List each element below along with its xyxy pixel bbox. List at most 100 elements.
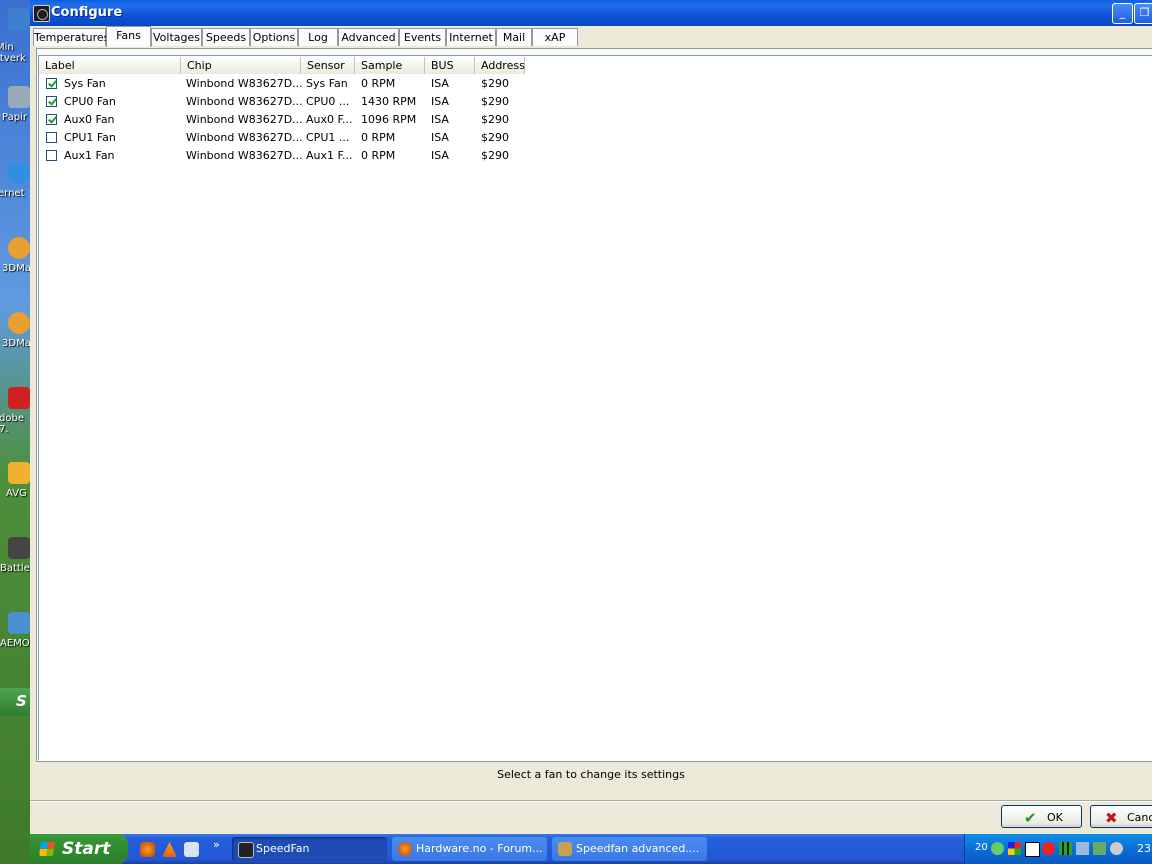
taskbar-button-label: Speedfan advanced.... bbox=[576, 842, 700, 855]
cell-address: $290 bbox=[481, 77, 509, 90]
table-row[interactable]: CPU1 Fan Winbond W83627D... CPU1 ... 0 RPM I… bbox=[39, 129, 639, 147]
table-row[interactable]: Aux1 Fan Winbond W83627D... Aux1 F... 0 RPM… bbox=[39, 147, 639, 165]
ok-button-label: OK bbox=[1047, 811, 1063, 824]
meter-tray-icon[interactable] bbox=[1059, 842, 1072, 855]
taskbar-button-hardware-forum[interactable]: Hardware.no - Forum... bbox=[392, 837, 547, 861]
system-tray: 20 23 bbox=[964, 834, 1152, 864]
cell-bus: ISA bbox=[431, 77, 449, 90]
column-header-chip[interactable]: Chip bbox=[181, 57, 301, 74]
cancel-button[interactable]: ✖ Cance bbox=[1090, 805, 1152, 828]
document-icon bbox=[558, 842, 572, 856]
quicklaunch-chevron[interactable]: » bbox=[213, 838, 220, 851]
tab-temperatures[interactable]: Temperatures bbox=[33, 28, 109, 46]
cell-chip: Winbond W83627D... bbox=[186, 77, 303, 90]
firefox-icon bbox=[398, 842, 412, 856]
shield-tray-icon[interactable] bbox=[1042, 842, 1055, 855]
tab-voltages[interactable]: Voltages bbox=[151, 28, 202, 46]
recycle-bin-icon bbox=[8, 86, 30, 108]
3dmark-icon bbox=[8, 237, 30, 259]
column-header-bus[interactable]: BUS bbox=[425, 57, 475, 74]
fan-enable-checkbox[interactable] bbox=[46, 150, 57, 161]
tab-xap[interactable]: xAP bbox=[532, 28, 578, 46]
column-header-address[interactable]: Address bbox=[475, 57, 525, 74]
avg-icon bbox=[8, 462, 30, 484]
fan-enable-checkbox[interactable] bbox=[46, 96, 57, 107]
cell-sample: 0 RPM bbox=[361, 131, 396, 144]
taskbar-button-speedfan[interactable]: SpeedFan bbox=[232, 837, 387, 861]
cell-address: $290 bbox=[481, 131, 509, 144]
tray-temperature-text[interactable]: 20 bbox=[975, 842, 988, 853]
column-header-sample[interactable]: Sample bbox=[355, 57, 425, 74]
check-icon: ✔ bbox=[1024, 809, 1037, 827]
fans-panel: Label Chip Sensor Sample BUS Address Sys… bbox=[36, 48, 1152, 762]
minimize-icon: _ bbox=[1119, 6, 1126, 19]
desktop-icon-label: 3DMa bbox=[2, 263, 30, 274]
cross-icon: ✖ bbox=[1105, 809, 1118, 827]
cell-chip: Winbond W83627D... bbox=[186, 149, 303, 162]
vlc-quicklaunch-icon[interactable] bbox=[162, 842, 177, 857]
tab-speeds[interactable]: Speeds bbox=[202, 28, 250, 46]
tab-log[interactable]: Log bbox=[298, 28, 338, 46]
fan-enable-checkbox[interactable] bbox=[46, 132, 57, 143]
desktop-icon-label: Battlef bbox=[0, 563, 30, 574]
cancel-button-label: Cance bbox=[1127, 811, 1152, 824]
start-label: Start bbox=[62, 839, 111, 859]
cell-label: CPU1 Fan bbox=[64, 131, 116, 144]
cell-address: $290 bbox=[481, 113, 509, 126]
network-tray-icon[interactable] bbox=[1076, 842, 1089, 855]
cell-label: Sys Fan bbox=[64, 77, 106, 90]
restore-icon: ❐ bbox=[1139, 6, 1150, 19]
column-header-sensor[interactable]: Sensor bbox=[301, 57, 355, 74]
cell-sample: 1430 RPM bbox=[361, 95, 417, 108]
status-text: Select a fan to change its settings bbox=[497, 768, 685, 781]
divider bbox=[30, 800, 1152, 802]
cell-chip: Winbond W83627D... bbox=[186, 95, 303, 108]
fans-list[interactable]: Label Chip Sensor Sample BUS Address Sys… bbox=[38, 55, 1152, 760]
taskbar-button-speedfan-advanced[interactable]: Speedfan advanced.... bbox=[552, 837, 707, 861]
cell-sensor: Sys Fan bbox=[306, 77, 348, 90]
cell-address: $290 bbox=[481, 149, 509, 162]
desktop-icon-label: AVG bbox=[6, 488, 27, 499]
table-row[interactable]: Aux0 Fan Winbond W83627D... Aux0 F... 1096 … bbox=[39, 111, 639, 129]
windows-logo-icon bbox=[39, 842, 55, 856]
nvidia-tray-icon[interactable] bbox=[1093, 842, 1106, 855]
cell-chip: Winbond W83627D... bbox=[186, 113, 303, 126]
daemon-tools-icon bbox=[8, 612, 30, 634]
l-tray-icon[interactable] bbox=[1025, 842, 1040, 857]
volume-tray-icon[interactable] bbox=[1110, 842, 1123, 855]
table-row[interactable]: CPU0 Fan Winbond W83627D... CPU0 ... 1430 R… bbox=[39, 93, 639, 111]
tab-options[interactable]: Options bbox=[250, 28, 298, 46]
speedfan-app-icon[interactable] bbox=[33, 5, 50, 22]
cell-sample: 1096 RPM bbox=[361, 113, 417, 126]
restore-button[interactable]: ❐ bbox=[1134, 3, 1152, 24]
column-header-label[interactable]: Label bbox=[39, 57, 181, 74]
title-bar[interactable]: Configure _ ❐ bbox=[30, 0, 1152, 26]
table-row[interactable]: Sys Fan Winbond W83627D... Sys Fan 0 RPM ISA… bbox=[39, 75, 639, 93]
tab-fans[interactable]: Fans bbox=[106, 26, 151, 47]
minimize-button[interactable]: _ bbox=[1112, 3, 1133, 24]
desktop-strip: Min ttverk Papir ernet 3DMa 3DMa dobe 7.… bbox=[0, 0, 30, 864]
3dmark-icon bbox=[8, 312, 30, 334]
tab-advanced[interactable]: Advanced bbox=[338, 28, 399, 46]
cell-sensor: Aux1 F... bbox=[306, 149, 353, 162]
fan-enable-checkbox[interactable] bbox=[46, 78, 57, 89]
show-desktop-quicklaunch-icon[interactable] bbox=[184, 842, 199, 857]
speedfan-icon bbox=[238, 842, 254, 858]
tab-mail[interactable]: Mail bbox=[496, 28, 532, 46]
tab-internet[interactable]: Internet bbox=[446, 28, 496, 46]
cell-sample: 0 RPM bbox=[361, 149, 396, 162]
clock[interactable]: 23 bbox=[1137, 842, 1151, 855]
fan-enable-checkbox[interactable] bbox=[46, 114, 57, 125]
ok-button[interactable]: ✔ OK bbox=[1001, 805, 1082, 828]
configure-window: Configure _ ❐ Temperatures Fans Voltages… bbox=[30, 0, 1152, 834]
cell-sample: 0 RPM bbox=[361, 77, 396, 90]
desktop-icon-label: Papir bbox=[2, 112, 27, 123]
firefox-quicklaunch-icon[interactable] bbox=[140, 842, 155, 857]
tab-events[interactable]: Events bbox=[399, 28, 446, 46]
color-tray-icon[interactable] bbox=[1008, 842, 1021, 855]
start-button[interactable]: Start bbox=[30, 834, 128, 864]
messenger-tray-icon[interactable] bbox=[991, 842, 1004, 855]
cell-sensor: CPU1 ... bbox=[306, 131, 350, 144]
cell-label: CPU0 Fan bbox=[64, 95, 116, 108]
battlefield-icon bbox=[8, 537, 30, 559]
